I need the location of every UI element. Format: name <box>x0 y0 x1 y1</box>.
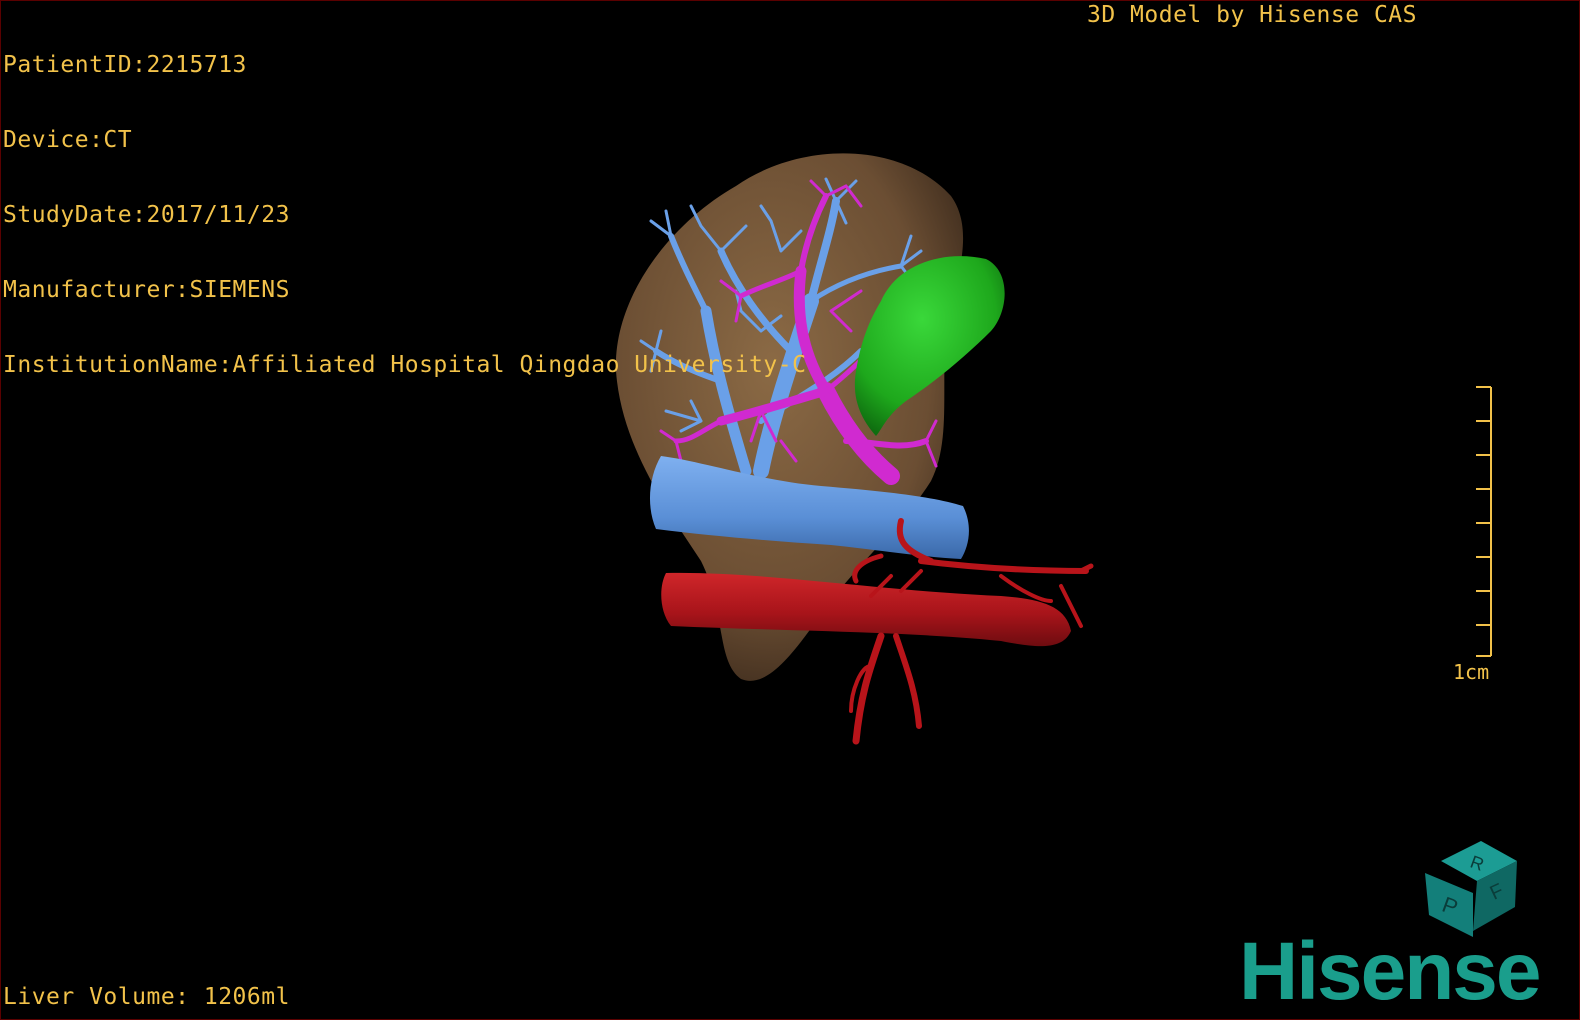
liver-volume: Liver Volume: 1206ml <box>3 984 290 1010</box>
patient-id: PatientID:2215713 <box>3 52 247 78</box>
3d-viewport[interactable]: PatientID:2215713 Device:CT StudyDate:20… <box>0 0 1580 1020</box>
institution-name: InstitutionName:Affiliated Hospital Qing… <box>3 352 807 378</box>
hisense-logo: Hisense <box>1239 926 1542 1017</box>
study-date: StudyDate:2017/11/23 <box>3 202 290 228</box>
dicom-metadata-overlay: PatientID:2215713 Device:CT StudyDate:20… <box>3 3 806 428</box>
model-credit: 3D Model by Hisense CAS <box>1087 2 1417 28</box>
scale-bar <box>1476 386 1492 657</box>
scale-bar-label: 1cm <box>1453 660 1490 684</box>
manufacturer: Manufacturer:SIEMENS <box>3 277 290 303</box>
device: Device:CT <box>3 127 133 153</box>
